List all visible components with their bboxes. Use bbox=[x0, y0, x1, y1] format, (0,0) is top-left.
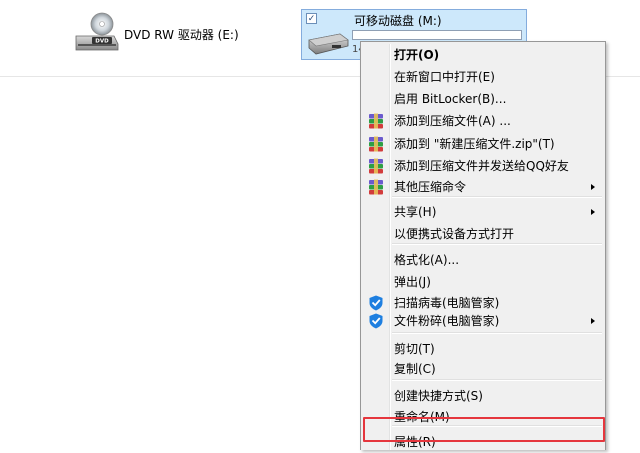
menu-item[interactable]: 格式化(A)... bbox=[363, 249, 603, 271]
menu-separator bbox=[392, 243, 602, 245]
winrar-icon bbox=[369, 136, 383, 152]
dvd-drive-label: DVD RW 驱动器 (E:) bbox=[124, 28, 239, 42]
selection-checkbox[interactable]: ✓ bbox=[306, 13, 317, 24]
menu-item[interactable]: 剪切(T) bbox=[363, 338, 603, 360]
menu-item-label: 以便携式设备方式打开 bbox=[394, 227, 515, 241]
submenu-arrow-icon bbox=[591, 184, 595, 190]
menu-item[interactable]: 其他压缩命令 bbox=[363, 176, 603, 198]
menu-item[interactable]: 启用 BitLocker(B)... bbox=[363, 88, 603, 110]
qq-pc-manager-icon bbox=[369, 295, 383, 311]
menu-item[interactable]: 文件粉碎(电脑管家) bbox=[363, 310, 603, 332]
menu-item-label: 添加到压缩文件并发送给QQ好友 bbox=[394, 159, 569, 173]
menu-separator bbox=[392, 379, 602, 381]
menu-item-label: 创建快捷方式(S) bbox=[394, 389, 483, 403]
properties-highlight bbox=[363, 417, 605, 442]
menu-separator bbox=[392, 332, 602, 334]
menu-item-label: 剪切(T) bbox=[394, 342, 435, 356]
menu-item[interactable]: 以便携式设备方式打开 bbox=[363, 223, 603, 245]
winrar-icon bbox=[369, 179, 383, 195]
menu-item-label: 添加到压缩文件(A) ... bbox=[394, 114, 511, 128]
dvd-badge: DVD bbox=[95, 39, 109, 45]
menu-item-label: 文件粉碎(电脑管家) bbox=[394, 314, 500, 328]
menu-item[interactable]: 添加到 "新建压缩文件.zip"(T) bbox=[363, 133, 603, 155]
dvd-drive-item[interactable]: DVD DVD RW 驱动器 (E:) bbox=[74, 12, 274, 56]
menu-separator bbox=[392, 196, 602, 198]
winrar-icon bbox=[369, 158, 383, 174]
menu-item-label: 复制(C) bbox=[394, 362, 436, 376]
qq-pc-manager-icon bbox=[369, 313, 383, 329]
menu-item[interactable]: 复制(C) bbox=[363, 358, 603, 380]
submenu-arrow-icon bbox=[591, 209, 595, 215]
menu-item-label: 其他压缩命令 bbox=[394, 180, 467, 194]
menu-item-label: 添加到 "新建压缩文件.zip"(T) bbox=[394, 137, 555, 151]
context-menu: 打开(O) 在新窗口中打开(E) 启用 BitLocker(B)... 添加到压缩文件… bbox=[360, 41, 606, 450]
menu-item-label: 弹出(J) bbox=[394, 275, 431, 289]
menu-item-label: 共享(H) bbox=[394, 205, 437, 219]
menu-item[interactable]: 创建快捷方式(S) bbox=[363, 385, 603, 407]
menu-item[interactable]: 添加到压缩文件(A) ... bbox=[363, 110, 603, 132]
menu-item-label: 启用 BitLocker(B)... bbox=[394, 92, 507, 106]
menu-item-label: 打开(O) bbox=[394, 48, 440, 62]
menu-item[interactable]: 共享(H) bbox=[363, 201, 603, 223]
dvd-drive-icon: DVD bbox=[75, 12, 119, 51]
menu-item[interactable]: 在新窗口中打开(E) bbox=[363, 66, 603, 88]
menu-item[interactable]: 添加到压缩文件并发送给QQ好友 bbox=[363, 155, 603, 177]
usb-drive-icon bbox=[308, 33, 349, 55]
removable-disk-title: 可移动磁盘 (M:) bbox=[354, 14, 442, 28]
winrar-icon bbox=[369, 113, 383, 129]
menu-item[interactable]: 打开(O) bbox=[363, 44, 603, 66]
menu-item-label: 在新窗口中打开(E) bbox=[394, 70, 495, 84]
capacity-bar bbox=[352, 30, 522, 40]
submenu-arrow-icon bbox=[591, 318, 595, 324]
menu-item[interactable]: 弹出(J) bbox=[363, 271, 603, 293]
menu-item-label: 格式化(A)... bbox=[394, 253, 460, 267]
